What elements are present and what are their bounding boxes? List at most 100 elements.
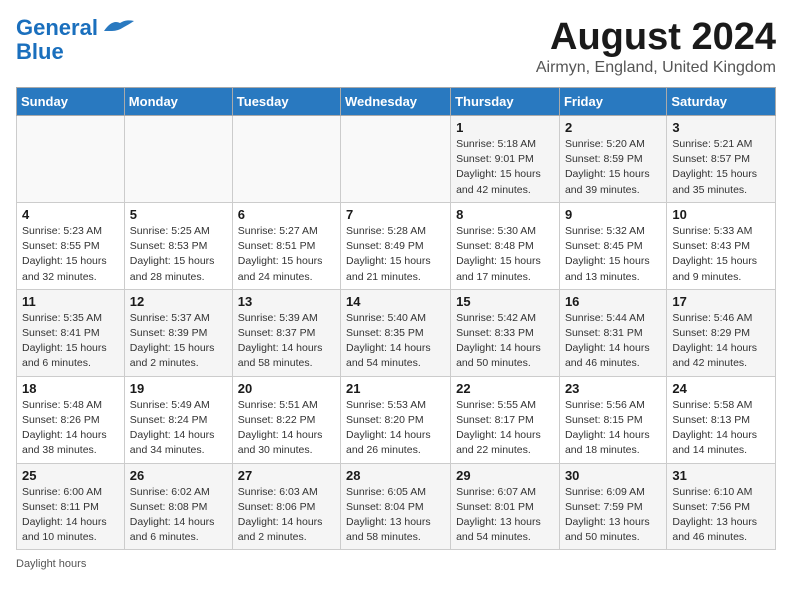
day-number: 17 bbox=[672, 294, 770, 309]
day-number: 30 bbox=[565, 468, 661, 483]
day-info: Sunrise: 5:44 AM Sunset: 8:31 PM Dayligh… bbox=[565, 311, 661, 372]
calendar-header-sunday: Sunday bbox=[17, 88, 125, 116]
day-info: Sunrise: 5:39 AM Sunset: 8:37 PM Dayligh… bbox=[238, 311, 335, 372]
day-info: Sunrise: 5:18 AM Sunset: 9:01 PM Dayligh… bbox=[456, 137, 554, 198]
day-info: Sunrise: 5:58 AM Sunset: 8:13 PM Dayligh… bbox=[672, 398, 770, 459]
calendar-cell: 2Sunrise: 5:20 AM Sunset: 8:59 PM Daylig… bbox=[559, 116, 666, 203]
day-info: Sunrise: 5:35 AM Sunset: 8:41 PM Dayligh… bbox=[22, 311, 119, 372]
day-info: Sunrise: 6:07 AM Sunset: 8:01 PM Dayligh… bbox=[456, 485, 554, 546]
calendar-cell: 3 Sunrise: 5:21 AM Sunset: 8:57 PM Daylig… bbox=[667, 116, 776, 203]
logo-bird-icon bbox=[100, 17, 134, 37]
calendar-cell: 17 Sunrise: 5:46 AM Sunset: 8:29 PM Dayli… bbox=[667, 289, 776, 376]
day-info: Sunrise: 5:21 AM Sunset: 8:57 PM Dayligh… bbox=[672, 137, 770, 198]
header: General Blue August 2024 Airmyn, England… bbox=[16, 16, 776, 77]
day-number: 6 bbox=[238, 207, 335, 222]
calendar-header-wednesday: Wednesday bbox=[341, 88, 451, 116]
day-info: Sunrise: 5:48 AM Sunset: 8:26 PM Dayligh… bbox=[22, 398, 119, 459]
title-area: August 2024 Airmyn, England, United King… bbox=[536, 16, 776, 77]
calendar-week-5: 25 Sunrise: 6:00 AM Sunset: 8:11 PM Dayli… bbox=[17, 463, 776, 550]
day-number: 24 bbox=[672, 381, 770, 396]
calendar-header-monday: Monday bbox=[124, 88, 232, 116]
calendar-cell: 11 Sunrise: 5:35 AM Sunset: 8:41 PM Dayli… bbox=[17, 289, 125, 376]
calendar-cell: 21Sunrise: 5:53 AM Sunset: 8:20 PM Dayli… bbox=[341, 376, 451, 463]
day-number: 25 bbox=[22, 468, 119, 483]
calendar-cell: 13 Sunrise: 5:39 AM Sunset: 8:37 PM Dayli… bbox=[232, 289, 340, 376]
day-number: 12 bbox=[130, 294, 227, 309]
calendar-cell: 15Sunrise: 5:42 AM Sunset: 8:33 PM Dayli… bbox=[451, 289, 560, 376]
calendar-cell: 19 Sunrise: 5:49 AM Sunset: 8:24 PM Dayli… bbox=[124, 376, 232, 463]
day-info: Sunrise: 6:00 AM Sunset: 8:11 PM Dayligh… bbox=[22, 485, 119, 546]
day-number: 29 bbox=[456, 468, 554, 483]
calendar-cell: 30Sunrise: 6:09 AM Sunset: 7:59 PM Dayli… bbox=[559, 463, 666, 550]
calendar-cell: 20 Sunrise: 5:51 AM Sunset: 8:22 PM Dayli… bbox=[232, 376, 340, 463]
day-info: Sunrise: 5:56 AM Sunset: 8:15 PM Dayligh… bbox=[565, 398, 661, 459]
calendar-cell: 22Sunrise: 5:55 AM Sunset: 8:17 PM Dayli… bbox=[451, 376, 560, 463]
calendar-cell: 9 Sunrise: 5:32 AM Sunset: 8:45 PM Daylig… bbox=[559, 202, 666, 289]
calendar-cell bbox=[341, 116, 451, 203]
calendar-cell: 31Sunrise: 6:10 AM Sunset: 7:56 PM Dayli… bbox=[667, 463, 776, 550]
calendar-cell: 29 Sunrise: 6:07 AM Sunset: 8:01 PM Dayli… bbox=[451, 463, 560, 550]
day-info: Sunrise: 5:25 AM Sunset: 8:53 PM Dayligh… bbox=[130, 224, 227, 285]
day-info: Sunrise: 5:42 AM Sunset: 8:33 PM Dayligh… bbox=[456, 311, 554, 372]
calendar-cell bbox=[17, 116, 125, 203]
day-number: 23 bbox=[565, 381, 661, 396]
day-number: 13 bbox=[238, 294, 335, 309]
calendar-header-row: SundayMondayTuesdayWednesdayThursdayFrid… bbox=[17, 88, 776, 116]
calendar-cell: 5 Sunrise: 5:25 AM Sunset: 8:53 PM Daylig… bbox=[124, 202, 232, 289]
day-number: 4 bbox=[22, 207, 119, 222]
day-info: Sunrise: 5:33 AM Sunset: 8:43 PM Dayligh… bbox=[672, 224, 770, 285]
day-number: 8 bbox=[456, 207, 554, 222]
day-number: 19 bbox=[130, 381, 227, 396]
logo-text: General bbox=[16, 16, 98, 40]
day-number: 3 bbox=[672, 120, 770, 135]
day-number: 7 bbox=[346, 207, 445, 222]
calendar-cell: 10Sunrise: 5:33 AM Sunset: 8:43 PM Dayli… bbox=[667, 202, 776, 289]
day-number: 18 bbox=[22, 381, 119, 396]
logo-general: General bbox=[16, 15, 98, 40]
day-info: Sunrise: 5:37 AM Sunset: 8:39 PM Dayligh… bbox=[130, 311, 227, 372]
day-info: Sunrise: 5:49 AM Sunset: 8:24 PM Dayligh… bbox=[130, 398, 227, 459]
day-number: 27 bbox=[238, 468, 335, 483]
day-number: 26 bbox=[130, 468, 227, 483]
day-number: 20 bbox=[238, 381, 335, 396]
day-info: Sunrise: 5:46 AM Sunset: 8:29 PM Dayligh… bbox=[672, 311, 770, 372]
calendar-cell: 8Sunrise: 5:30 AM Sunset: 8:48 PM Daylig… bbox=[451, 202, 560, 289]
day-info: Sunrise: 6:03 AM Sunset: 8:06 PM Dayligh… bbox=[238, 485, 335, 546]
day-info: Sunrise: 5:51 AM Sunset: 8:22 PM Dayligh… bbox=[238, 398, 335, 459]
calendar-cell bbox=[232, 116, 340, 203]
calendar-cell: 25 Sunrise: 6:00 AM Sunset: 8:11 PM Dayli… bbox=[17, 463, 125, 550]
calendar: SundayMondayTuesdayWednesdayThursdayFrid… bbox=[16, 87, 776, 550]
day-info: Sunrise: 5:53 AM Sunset: 8:20 PM Dayligh… bbox=[346, 398, 445, 459]
footer-note: Daylight hours bbox=[16, 558, 776, 570]
calendar-header-saturday: Saturday bbox=[667, 88, 776, 116]
calendar-cell: 23 Sunrise: 5:56 AM Sunset: 8:15 PM Dayli… bbox=[559, 376, 666, 463]
calendar-cell: 27 Sunrise: 6:03 AM Sunset: 8:06 PM Dayli… bbox=[232, 463, 340, 550]
calendar-cell: 28Sunrise: 6:05 AM Sunset: 8:04 PM Dayli… bbox=[341, 463, 451, 550]
day-number: 2 bbox=[565, 120, 661, 135]
calendar-cell: 16Sunrise: 5:44 AM Sunset: 8:31 PM Dayli… bbox=[559, 289, 666, 376]
calendar-cell bbox=[124, 116, 232, 203]
day-number: 11 bbox=[22, 294, 119, 309]
day-info: Sunrise: 5:40 AM Sunset: 8:35 PM Dayligh… bbox=[346, 311, 445, 372]
calendar-week-1: 1Sunrise: 5:18 AM Sunset: 9:01 PM Daylig… bbox=[17, 116, 776, 203]
day-number: 14 bbox=[346, 294, 445, 309]
day-info: Sunrise: 5:32 AM Sunset: 8:45 PM Dayligh… bbox=[565, 224, 661, 285]
calendar-cell: 26 Sunrise: 6:02 AM Sunset: 8:08 PM Dayli… bbox=[124, 463, 232, 550]
calendar-cell: 7 Sunrise: 5:28 AM Sunset: 8:49 PM Daylig… bbox=[341, 202, 451, 289]
calendar-week-2: 4Sunrise: 5:23 AM Sunset: 8:55 PM Daylig… bbox=[17, 202, 776, 289]
calendar-cell: 14 Sunrise: 5:40 AM Sunset: 8:35 PM Dayli… bbox=[341, 289, 451, 376]
day-number: 28 bbox=[346, 468, 445, 483]
calendar-cell: 1Sunrise: 5:18 AM Sunset: 9:01 PM Daylig… bbox=[451, 116, 560, 203]
logo: General Blue bbox=[16, 16, 134, 64]
calendar-cell: 4Sunrise: 5:23 AM Sunset: 8:55 PM Daylig… bbox=[17, 202, 125, 289]
calendar-cell: 18 Sunrise: 5:48 AM Sunset: 8:26 PM Dayli… bbox=[17, 376, 125, 463]
location-title: Airmyn, England, United Kingdom bbox=[536, 59, 776, 77]
day-number: 9 bbox=[565, 207, 661, 222]
calendar-cell: 24 Sunrise: 5:58 AM Sunset: 8:13 PM Dayli… bbox=[667, 376, 776, 463]
day-number: 5 bbox=[130, 207, 227, 222]
day-info: Sunrise: 6:02 AM Sunset: 8:08 PM Dayligh… bbox=[130, 485, 227, 546]
day-info: Sunrise: 5:28 AM Sunset: 8:49 PM Dayligh… bbox=[346, 224, 445, 285]
month-title: August 2024 bbox=[536, 16, 776, 59]
footer-daylight-label: Daylight hours bbox=[16, 558, 86, 570]
logo-blue: Blue bbox=[16, 40, 64, 64]
